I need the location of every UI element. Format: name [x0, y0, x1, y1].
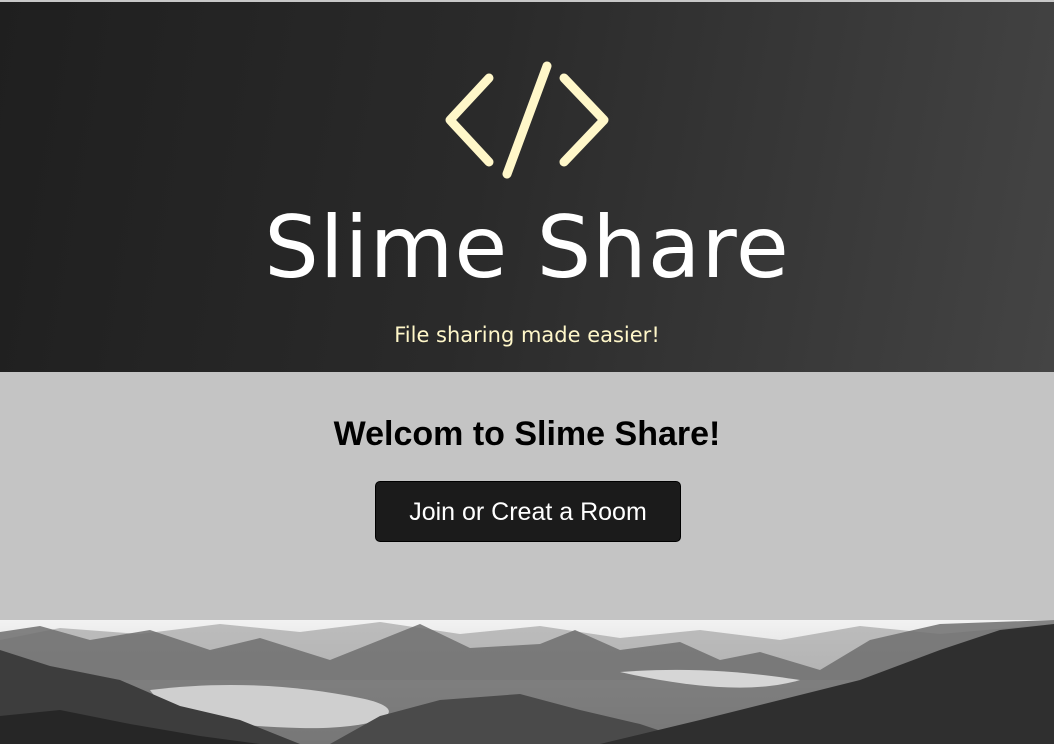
page: Slime Share File sharing made easier! We… — [0, 0, 1054, 744]
tagline: File sharing made easier! — [394, 323, 660, 347]
welcome-heading: Welcom to Slime Share! — [333, 415, 721, 453]
mountain-landscape-image — [0, 620, 1054, 744]
brand-title: Slime Share — [264, 198, 790, 298]
code-brackets-icon — [445, 61, 609, 179]
mountain-landscape-icon — [0, 620, 1054, 744]
join-or-create-room-button[interactable]: Join or Creat a Room — [375, 481, 681, 542]
hero-banner: Slime Share File sharing made easier! — [0, 0, 1054, 372]
welcome-section: Welcom to Slime Share! Join or Creat a R… — [0, 372, 1054, 620]
